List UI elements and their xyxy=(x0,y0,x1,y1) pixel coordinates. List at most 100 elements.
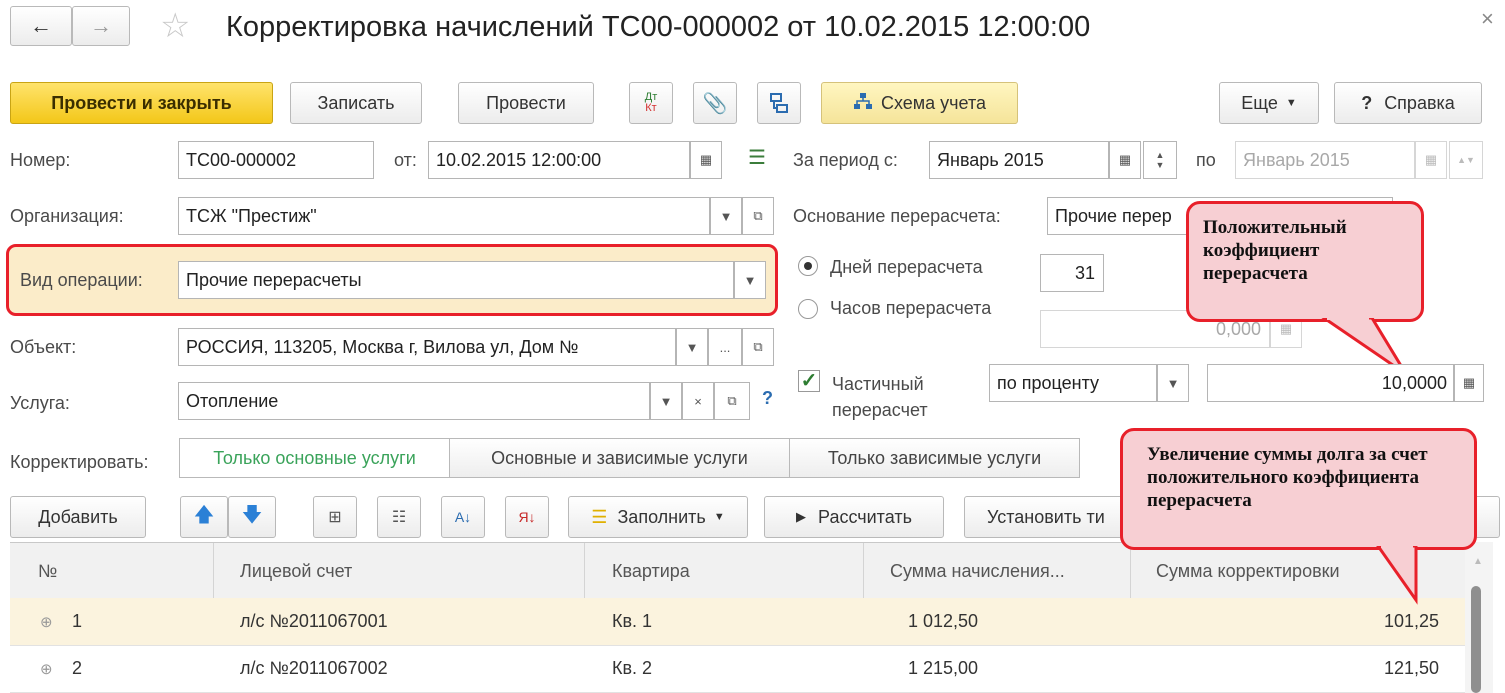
post-and-close-button[interactable]: Провести и закрыть xyxy=(10,82,273,124)
close-icon[interactable]: × xyxy=(1481,6,1494,32)
correct-option-main-dependent[interactable]: Основные и зависимые услуги xyxy=(449,438,790,478)
object-label: Объект: xyxy=(10,337,77,357)
row-correction: 101,25 xyxy=(1383,611,1439,631)
service-label: Услуга: xyxy=(10,393,70,413)
coefficient-calculator-icon[interactable]: ▦ xyxy=(1454,364,1484,402)
number-field[interactable]: ТС00-000002 xyxy=(178,141,374,179)
forward-button[interactable]: → xyxy=(72,6,130,46)
callout-pointer-2 xyxy=(1376,546,1418,605)
col-number[interactable]: № xyxy=(38,561,57,582)
service-open-icon[interactable]: ⧉ xyxy=(714,382,750,420)
row-number: 2 xyxy=(72,658,83,678)
help-button[interactable]: ? Справка xyxy=(1334,82,1482,124)
period-from-field[interactable]: Январь 2015 xyxy=(929,141,1109,179)
add-group-icon[interactable]: ⊞ xyxy=(313,496,357,538)
row-account: л/с №2011067001 xyxy=(240,611,388,631)
date-label: от: xyxy=(394,150,417,170)
expand-icon[interactable]: ⊕ xyxy=(40,613,53,631)
object-dropdown-icon[interactable]: ▼ xyxy=(676,328,708,366)
post-button[interactable]: Провести xyxy=(458,82,594,124)
table-scrollbar[interactable]: ▲ xyxy=(1465,542,1493,693)
help-icon: ? xyxy=(1361,92,1373,113)
date-field[interactable]: 10.02.2015 12:00:00 xyxy=(428,141,690,179)
partial-label-2: перерасчет xyxy=(832,400,928,420)
correct-option-main[interactable]: Только основные услуги xyxy=(179,438,450,478)
sort-asc-icon[interactable]: А↓ xyxy=(441,496,485,538)
col-account[interactable]: Лицевой счет xyxy=(240,561,352,582)
object-open-icon[interactable]: ⧉ xyxy=(742,328,774,366)
structure-icon[interactable] xyxy=(757,82,801,124)
calculate-label: Рассчитать xyxy=(818,506,912,527)
row-sum: 1 012,50 xyxy=(908,611,979,631)
paperclip-icon[interactable]: 📎 xyxy=(693,82,737,124)
operation-type-field[interactable]: Прочие перерасчеты xyxy=(178,261,734,299)
period-to-stepper[interactable]: ▲▼ xyxy=(1449,141,1483,179)
partial-mode-dropdown-icon[interactable]: ▼ xyxy=(1157,364,1189,402)
add-row-button[interactable]: Добавить xyxy=(10,496,146,538)
comment-icon[interactable]: ☰ xyxy=(748,145,766,170)
coefficient-field[interactable]: 10,0000 xyxy=(1207,364,1454,402)
scroll-thumb[interactable] xyxy=(1471,586,1481,693)
period-from-calendar-icon[interactable]: ▦ xyxy=(1109,141,1141,179)
accounting-scheme-button[interactable]: Схема учета xyxy=(821,82,1018,124)
days-label: Дней перерасчета xyxy=(830,257,983,277)
more-label: Еще xyxy=(1241,92,1278,113)
play-icon: ▶ xyxy=(796,509,807,524)
service-field[interactable]: Отопление xyxy=(178,382,650,420)
period-to-label: по xyxy=(1196,150,1216,170)
favorite-star-icon[interactable]: ☆ xyxy=(160,6,190,46)
calendar-icon[interactable]: ▦ xyxy=(690,141,722,179)
period-label: За период с: xyxy=(793,150,898,170)
hours-radio[interactable] xyxy=(798,299,818,319)
fill-button[interactable]: ☰ Заполнить ▼ xyxy=(568,496,748,538)
row-flat: Кв. 1 xyxy=(612,611,653,631)
period-to-field[interactable]: Январь 2015 xyxy=(1235,141,1415,179)
days-radio[interactable] xyxy=(798,256,818,276)
save-button[interactable]: Записать xyxy=(290,82,422,124)
partial-mode-field[interactable]: по проценту xyxy=(989,364,1157,402)
service-help-icon[interactable]: ? xyxy=(762,388,773,409)
move-down-icon[interactable]: 🡇 xyxy=(228,496,276,538)
expand-icon[interactable]: ⊕ xyxy=(40,660,53,678)
period-to-calendar-icon[interactable]: ▦ xyxy=(1415,141,1447,179)
service-dropdown-icon[interactable]: ▼ xyxy=(650,382,682,420)
object-field[interactable]: РОССИЯ, 113205, Москва г, Вилова ул, Дом… xyxy=(178,328,676,366)
table-row[interactable]: ⊕ 1 л/с №2011067001 Кв. 1 1 012,50 101,2… xyxy=(10,598,1465,646)
table-row[interactable]: ⊕ 2 л/с №2011067002 Кв. 2 1 215,00 121,5… xyxy=(10,645,1465,693)
col-correction[interactable]: Сумма корректировки xyxy=(1156,561,1340,582)
calculate-button[interactable]: ▶ Рассчитать xyxy=(764,496,944,538)
period-from-stepper[interactable]: ▲ ▼ xyxy=(1143,141,1177,179)
hours-label: Часов перерасчета xyxy=(830,298,992,318)
kt-label: Кт xyxy=(645,102,657,114)
organization-dropdown-icon[interactable]: ▼ xyxy=(710,197,742,235)
more-button[interactable]: Еще ▼ xyxy=(1219,82,1319,124)
expand-list-icon[interactable]: ☷ xyxy=(377,496,421,538)
row-sum: 1 215,00 xyxy=(908,658,979,678)
row-flat: Кв. 2 xyxy=(612,658,653,678)
move-up-icon[interactable]: 🡅 xyxy=(180,496,228,538)
operation-type-dropdown-icon[interactable]: ▼ xyxy=(734,261,766,299)
partial-checkbox[interactable]: ✓ xyxy=(798,370,820,392)
row-number: 1 xyxy=(72,611,83,631)
object-select-icon[interactable]: ... xyxy=(708,328,742,366)
back-button[interactable]: ← xyxy=(10,6,72,46)
service-clear-icon[interactable]: × xyxy=(682,382,714,420)
number-label: Номер: xyxy=(10,150,71,170)
fill-chevron-down-icon: ▼ xyxy=(713,511,725,523)
col-flat[interactable]: Квартира xyxy=(612,561,690,582)
fill-label: Заполнить xyxy=(617,506,706,527)
days-field[interactable]: 31 xyxy=(1040,254,1104,292)
hierarchy-icon xyxy=(853,92,873,115)
organization-open-icon[interactable]: ⧉ xyxy=(742,197,774,235)
col-sum[interactable]: Сумма начисления... xyxy=(890,561,1065,582)
set-type-label: Установить ти xyxy=(987,506,1105,527)
sort-desc-icon[interactable]: Я↓ xyxy=(505,496,549,538)
operation-type-label: Вид операции: xyxy=(20,270,143,290)
basis-label: Основание перерасчета: xyxy=(793,206,1001,226)
organization-field[interactable]: ТСЖ "Престиж" xyxy=(178,197,710,235)
scroll-up-icon[interactable]: ▲ xyxy=(1473,556,1483,567)
fill-icon: ☰ xyxy=(591,506,608,527)
page-title: Корректировка начислений ТС00-000002 от … xyxy=(226,11,1091,43)
dt-kt-icon[interactable]: Дт Кт xyxy=(629,82,673,124)
correct-option-dependent[interactable]: Только зависимые услуги xyxy=(789,438,1080,478)
